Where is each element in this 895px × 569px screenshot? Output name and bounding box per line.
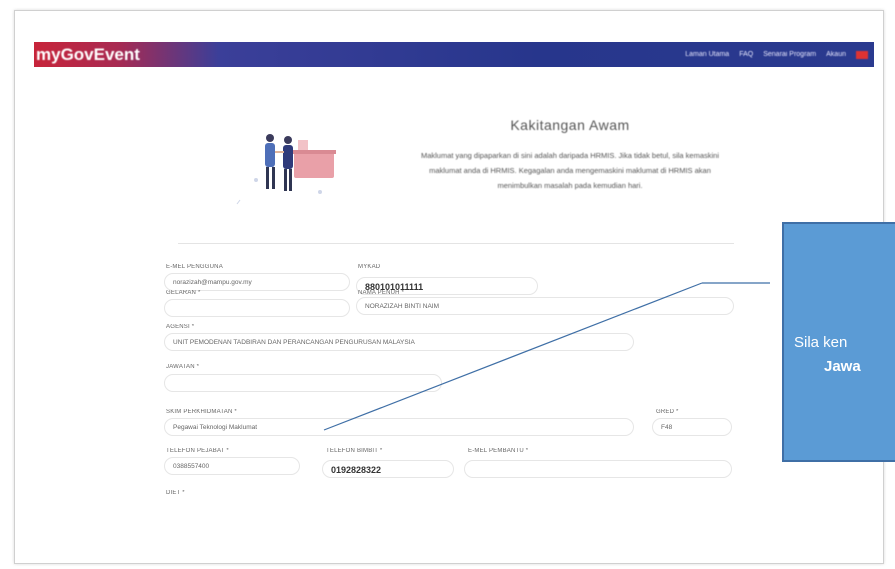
callout-text-line2: Jawa xyxy=(824,358,861,375)
emel-pembantu-field[interactable] xyxy=(464,460,732,478)
nav-item-faq[interactable]: FAQ xyxy=(739,42,753,67)
telefon-pejabat-label: TELEFON PEJABAT * xyxy=(166,448,229,454)
nama-penuh-label: NAMA PENUH * xyxy=(358,290,405,296)
office-people-illustration xyxy=(236,134,336,205)
telefon-bimbit-field[interactable]: 0192828322 xyxy=(322,460,454,478)
telefon-bimbit-label: TELEFON BIMBIT * xyxy=(326,448,383,454)
jawatan-label: JAWATAN * xyxy=(166,364,200,370)
top-nav-menu: Laman Utama FAQ Senarai Program Akaun xyxy=(685,42,868,67)
gred-label: GRED * xyxy=(656,409,679,415)
skim-perkhidmatan-field[interactable]: Pegawai Teknologi Maklumat xyxy=(164,418,634,436)
gelaran-field[interactable] xyxy=(164,299,350,317)
gelaran-label: GELARAN * xyxy=(166,290,201,296)
nav-item-laman-utama[interactable]: Laman Utama xyxy=(685,42,729,67)
page-title: Kakitangan Awam xyxy=(510,117,630,133)
nav-item-senarai-program[interactable]: Senarai Program xyxy=(763,42,816,67)
nav-item-akaun[interactable]: Akaun xyxy=(826,42,846,67)
emel-pengguna-label: E-MEL PENGGUNA xyxy=(166,264,223,270)
callout-text-line1: Sila ken xyxy=(794,334,848,351)
annotation-callout: Sila ken Jawa xyxy=(782,222,895,462)
mykad-label: MYKAD xyxy=(358,264,381,270)
telefon-pejabat-field[interactable]: 0388557400 xyxy=(164,457,300,475)
divider xyxy=(178,243,734,244)
gred-field[interactable]: F48 xyxy=(652,418,732,436)
diet-label: DIET * xyxy=(166,490,185,496)
emel-pembantu-label: E-MEL PEMBANTU * xyxy=(468,448,529,454)
skim-perkhidmatan-label: SKIM PERKHIDMATAN * xyxy=(166,409,237,415)
agensi-label: AGENSI * xyxy=(166,324,195,330)
flag-icon[interactable] xyxy=(856,51,868,59)
emel-pengguna-field[interactable]: norazizah@mampu.gov.my xyxy=(164,273,350,291)
top-navigation-bar: myGovEvent Laman Utama FAQ Senarai Progr… xyxy=(34,42,874,67)
info-description: Maklumat yang dipaparkan di sini adalah … xyxy=(420,151,720,190)
agensi-field[interactable]: UNIT PEMODENAN TADBIRAN DAN PERANCANGAN … xyxy=(164,333,634,351)
nama-penuh-field[interactable]: NORAZIZAH BINTI NAIM xyxy=(356,297,734,315)
jawatan-field[interactable] xyxy=(164,374,442,392)
brand-logo[interactable]: myGovEvent xyxy=(34,42,140,67)
